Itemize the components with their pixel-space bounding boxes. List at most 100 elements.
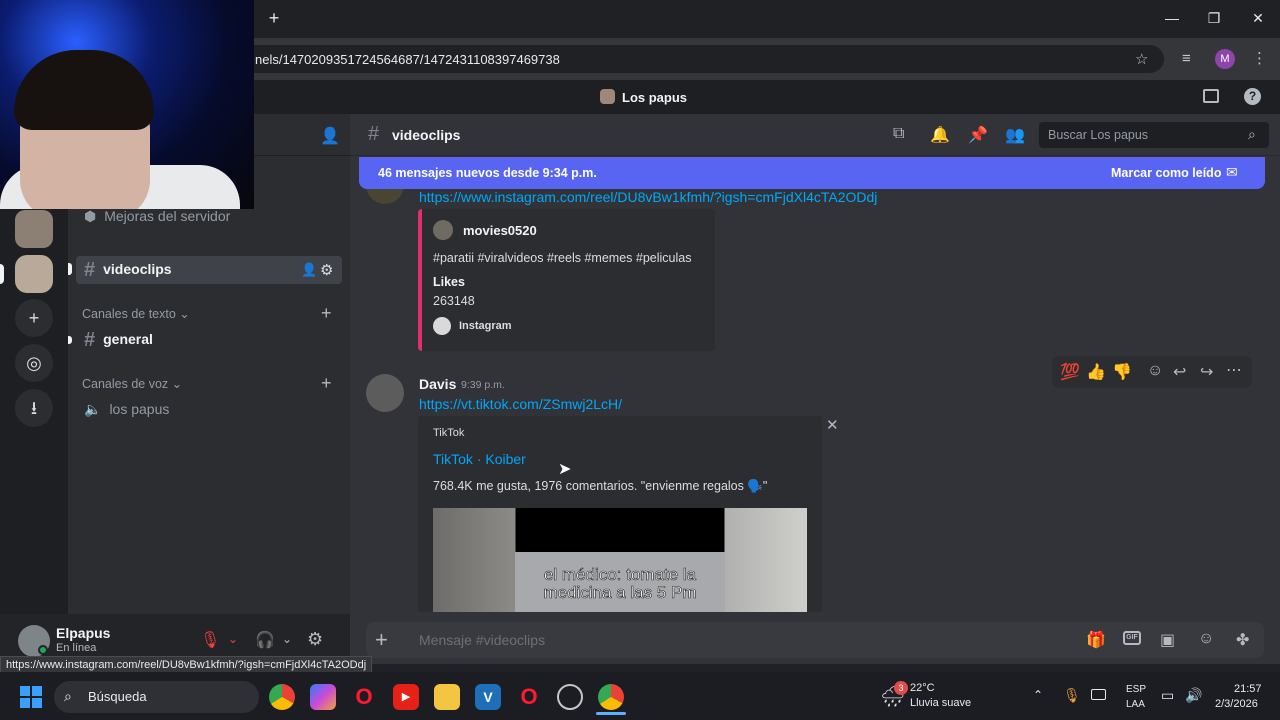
embed-description: #paratii #viralvideos #reels #memes #pel… bbox=[433, 251, 692, 265]
create-text-channel-plus-icon[interactable]: + bbox=[321, 303, 332, 324]
obs-icon[interactable] bbox=[557, 684, 583, 710]
hash-icon: # bbox=[84, 259, 96, 281]
category-voice-label: Canales de voz bbox=[82, 377, 169, 391]
remove-embed-close-icon[interactable]: ✕ bbox=[826, 416, 839, 434]
network-icon[interactable]: ▭ bbox=[1161, 687, 1174, 704]
category-text-channels[interactable]: Canales de texto ⌄ bbox=[82, 306, 190, 321]
channel-general[interactable]: # general bbox=[84, 329, 153, 352]
thumbs-up-icon[interactable]: 👍 bbox=[1086, 362, 1106, 382]
add-server-icon[interactable]: + bbox=[15, 299, 53, 337]
help-icon[interactable]: ? bbox=[1244, 88, 1261, 105]
thumbs-down-icon[interactable]: 👎 bbox=[1112, 362, 1132, 382]
restore-icon[interactable]: ❐ bbox=[1204, 8, 1224, 28]
member-list-icon[interactable]: 👥 bbox=[1005, 125, 1025, 145]
opera-gx-icon[interactable]: O bbox=[516, 684, 542, 710]
clock-date[interactable]: 2/3/2026 bbox=[1215, 698, 1258, 710]
chrome-icon[interactable] bbox=[269, 684, 295, 710]
profile-avatar[interactable]: M bbox=[1215, 49, 1235, 69]
invite-people-icon[interactable]: 👤 bbox=[320, 126, 340, 146]
mouse-cursor-icon: ➤ bbox=[558, 461, 572, 478]
youtube-icon[interactable]: ▶ bbox=[393, 684, 419, 710]
file-explorer-icon[interactable] bbox=[434, 684, 460, 710]
gift-icon[interactable]: 🎁 bbox=[1086, 630, 1106, 650]
user-settings-gear-icon[interactable]: ⚙ bbox=[307, 629, 323, 650]
create-voice-channel-plus-icon[interactable]: + bbox=[321, 373, 332, 394]
username[interactable]: Elpapus bbox=[56, 625, 110, 641]
mark-as-read-button[interactable]: Marcar como leído bbox=[1111, 166, 1221, 180]
embed-author[interactable]: movies0520 bbox=[463, 223, 537, 238]
mark-read-icon: ✉ bbox=[1226, 164, 1238, 180]
minimize-icon[interactable]: — bbox=[1162, 8, 1182, 28]
chrome-profile-icon[interactable] bbox=[598, 684, 624, 710]
opera-icon[interactable]: O bbox=[351, 684, 377, 710]
voice-channel-los-papus[interactable]: 🔈 los papus bbox=[84, 401, 169, 418]
mic-muted-icon[interactable]: 🎙 bbox=[200, 630, 220, 650]
lang-line2[interactable]: LAA bbox=[1126, 699, 1145, 710]
forward-icon[interactable]: ↪ bbox=[1200, 362, 1213, 382]
hash-icon: # bbox=[368, 123, 380, 145]
message-link-tiktok[interactable]: https://vt.tiktok.com/ZSmwj2LcH/ bbox=[419, 396, 622, 412]
download-icon[interactable]: ⭳ bbox=[15, 389, 53, 427]
headphones-icon[interactable]: 🎧 bbox=[255, 630, 275, 650]
reply-icon[interactable]: ↩ bbox=[1173, 362, 1186, 382]
search-placeholder: Buscar Los papus bbox=[1048, 128, 1149, 142]
embed-field-value: 263148 bbox=[433, 294, 475, 308]
server-icon bbox=[600, 89, 615, 104]
chevron-down-icon[interactable]: ⌄ bbox=[282, 632, 292, 646]
chevron-down-icon[interactable]: ⌄ bbox=[228, 632, 238, 646]
message-timestamp: 9:39 p.m. bbox=[461, 379, 505, 391]
create-invite-icon[interactable]: 👤 bbox=[301, 262, 317, 278]
new-tab-plus-icon[interactable]: + bbox=[264, 8, 284, 28]
embed-footer: Instagram bbox=[459, 320, 512, 332]
clock-time[interactable]: 21:57 bbox=[1234, 683, 1262, 695]
server-title: Los papus bbox=[622, 90, 688, 105]
message-author[interactable]: Davis bbox=[419, 376, 456, 392]
active-server-pill bbox=[0, 264, 4, 284]
threads-icon[interactable]: ⧉ bbox=[893, 125, 904, 143]
channel-videoclips[interactable]: # videoclips bbox=[84, 259, 172, 282]
category-text-label: Canales de texto bbox=[82, 307, 176, 321]
embed-provider: TikTok bbox=[433, 427, 465, 439]
close-window-icon[interactable]: ✕ bbox=[1248, 8, 1268, 28]
volume-icon[interactable]: 🔊 bbox=[1185, 687, 1202, 704]
voice-channel-label: los papus bbox=[109, 401, 170, 417]
taskbar-search-box[interactable] bbox=[54, 681, 259, 713]
reaction-100-icon[interactable]: 💯 bbox=[1060, 362, 1080, 382]
apps-icon[interactable]: ✤ bbox=[1236, 630, 1249, 650]
webcam-hair bbox=[14, 50, 154, 130]
chat-channel-title: videoclips bbox=[392, 127, 461, 143]
attach-plus-icon[interactable]: + bbox=[375, 627, 388, 653]
chevron-down-icon: ⌄ bbox=[171, 377, 183, 391]
copilot-icon[interactable] bbox=[310, 684, 336, 710]
server-avatar-los-papus[interactable] bbox=[15, 255, 53, 293]
instagram-icon bbox=[433, 317, 451, 335]
keyboard-icon[interactable] bbox=[1091, 689, 1106, 700]
emoji-icon[interactable]: ☺ bbox=[1198, 630, 1214, 648]
show-hidden-icons-chevron-icon[interactable]: ⌃ bbox=[1033, 688, 1043, 702]
davis-avatar[interactable] bbox=[366, 374, 404, 412]
message-link-instagram[interactable]: https://www.instagram.com/reel/DU8vBw1kf… bbox=[419, 189, 877, 205]
menu-kebab-icon[interactable]: ⋮ bbox=[1252, 49, 1267, 67]
vegas-icon[interactable]: V bbox=[475, 684, 501, 710]
pin-icon[interactable]: 📌 bbox=[968, 125, 988, 145]
sticker-icon[interactable]: ▣ bbox=[1160, 630, 1175, 650]
category-voice-channels[interactable]: Canales de voz ⌄ bbox=[82, 376, 182, 391]
media-controls-icon[interactable]: ≡ bbox=[1182, 50, 1191, 67]
microphone-in-use-icon[interactable]: 🎙 bbox=[1063, 687, 1081, 704]
windows-start-icon[interactable] bbox=[20, 686, 42, 708]
explore-compass-icon[interactable]: ◎ bbox=[15, 344, 53, 382]
inbox-icon[interactable] bbox=[1203, 89, 1219, 103]
embed-field-name: Likes bbox=[433, 275, 465, 289]
server-boost-item[interactable]: ⬢ Mejoras del servidor bbox=[84, 208, 230, 225]
server-avatar-1[interactable] bbox=[15, 210, 53, 248]
more-dots-icon[interactable]: ⋯ bbox=[1226, 360, 1242, 380]
add-reaction-icon[interactable]: ☺ bbox=[1147, 362, 1163, 380]
channel-settings-gear-icon[interactable]: ⚙ bbox=[320, 261, 333, 279]
lang-line1[interactable]: ESP bbox=[1126, 684, 1146, 695]
gif-icon[interactable]: GIF bbox=[1123, 631, 1141, 645]
url-text[interactable]: nels/1470209351724564687/147243110839746… bbox=[255, 52, 560, 67]
embed-title-link[interactable]: TikTok · Koiber bbox=[433, 451, 526, 467]
bell-icon[interactable]: 🔔 bbox=[930, 125, 950, 145]
star-bookmark-icon[interactable]: ☆ bbox=[1135, 50, 1148, 68]
user-status: En línea bbox=[56, 642, 97, 654]
